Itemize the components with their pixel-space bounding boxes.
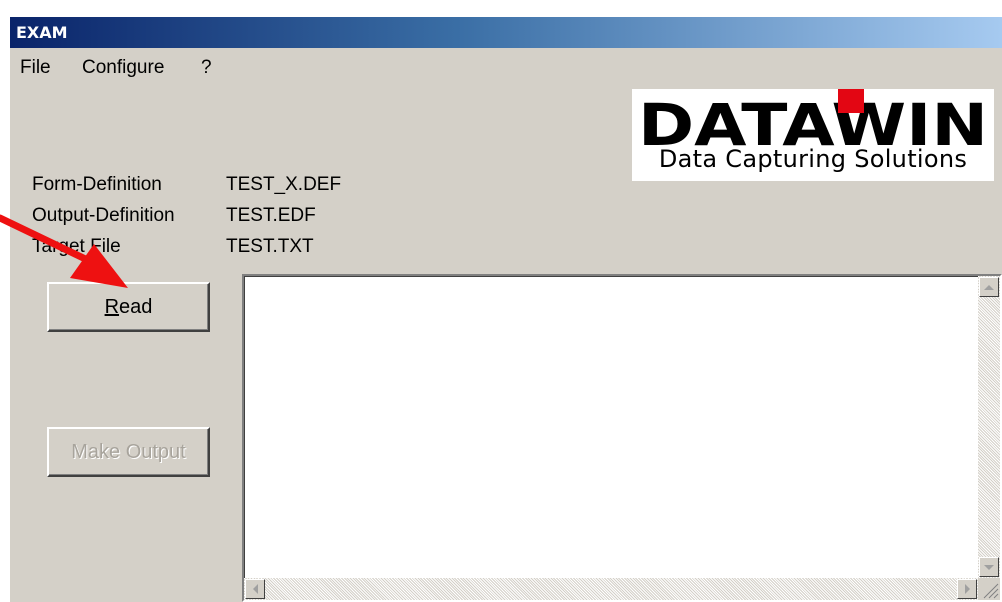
horizontal-scrollbar[interactable] bbox=[244, 578, 978, 600]
read-button-label: ead bbox=[119, 295, 153, 318]
menu-help[interactable]: ? bbox=[199, 57, 214, 79]
arrow-left-icon bbox=[252, 584, 258, 594]
make-output-label: Make Output bbox=[71, 440, 186, 463]
make-output-button[interactable]: Make Output bbox=[47, 427, 210, 477]
target-file-label: Target File bbox=[32, 236, 121, 257]
datawin-logo: DATAWIN Data Capturing Solutions bbox=[632, 89, 994, 181]
read-button[interactable]: Read bbox=[47, 282, 210, 332]
scroll-down-button[interactable] bbox=[979, 557, 999, 577]
scroll-right-button[interactable] bbox=[957, 579, 977, 599]
form-definition-value: TEST_X.DEF bbox=[226, 174, 342, 195]
menu-file[interactable]: File bbox=[18, 57, 53, 79]
output-definition-value: TEST.EDF bbox=[226, 205, 316, 226]
title-bar[interactable]: EXAM bbox=[10, 17, 1002, 48]
scroll-up-button[interactable] bbox=[979, 277, 999, 297]
form-definition-label: Form-Definition bbox=[32, 174, 162, 195]
resize-grip[interactable] bbox=[978, 578, 1000, 600]
resize-grip-icon bbox=[983, 583, 999, 599]
arrow-right-icon bbox=[964, 584, 970, 594]
arrow-down-icon bbox=[984, 564, 994, 570]
exam-window: EXAM File Configure ? DATAWIN Data Captu… bbox=[10, 17, 1002, 602]
arrow-up-icon bbox=[984, 284, 994, 290]
svg-text:DATAWIN: DATAWIN bbox=[638, 91, 988, 149]
vertical-scrollbar[interactable] bbox=[978, 276, 1000, 578]
logo-tagline: Data Capturing Solutions bbox=[658, 145, 968, 173]
target-file-value: TEST.TXT bbox=[226, 236, 314, 257]
read-button-mnemonic: R bbox=[104, 295, 120, 318]
menu-bar: File Configure ? bbox=[10, 57, 1002, 83]
datawin-logo-mark: DATAWIN bbox=[638, 89, 988, 149]
output-definition-label: Output-Definition bbox=[32, 205, 175, 226]
window-title: EXAM bbox=[16, 23, 68, 42]
scroll-left-button[interactable] bbox=[245, 579, 265, 599]
menu-configure[interactable]: Configure bbox=[80, 57, 166, 79]
output-text-area[interactable] bbox=[242, 274, 1002, 602]
